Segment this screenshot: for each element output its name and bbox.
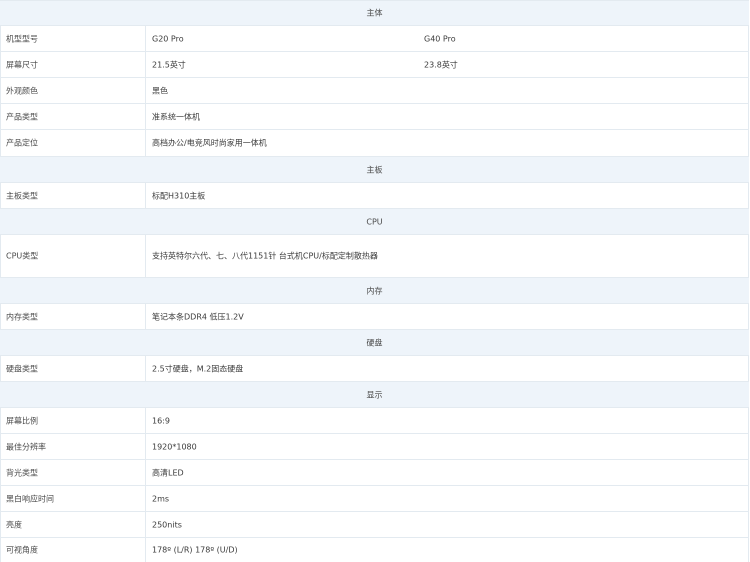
- column-divider: [145, 26, 146, 51]
- column-divider: [145, 130, 146, 156]
- spec-row-ratio: 屏幕比例 16:9: [0, 407, 749, 433]
- row-label: 可视角度: [6, 545, 38, 555]
- section-header-main: 主体: [0, 0, 749, 25]
- row-value: 高清LED: [152, 468, 184, 477]
- section-header-disk: 硬盘: [0, 329, 749, 355]
- spec-row-backlight: 背光类型 高清LED: [0, 459, 749, 485]
- column-divider: [145, 486, 146, 511]
- spec-row-screen-size: 屏幕尺寸 21.5英寸 23.8英寸: [0, 51, 749, 77]
- row-label: 主板类型: [6, 191, 38, 200]
- row-value-g20: 21.5英寸: [152, 60, 186, 69]
- row-value: 高档办公/电竞风时尚家用一体机: [152, 138, 267, 148]
- column-divider: [145, 538, 146, 562]
- section-header-board: 主板: [0, 156, 749, 182]
- row-value: 178º (L/R) 178º (U/D): [152, 545, 238, 555]
- row-value-g40: G40 Pro: [424, 34, 456, 43]
- spec-row-memory-type: 内存类型 笔记本条DDR4 低压1.2V: [0, 303, 749, 329]
- spec-row-product-type: 产品类型 准系统一体机: [0, 103, 749, 129]
- row-value: 准系统一体机: [152, 112, 200, 121]
- column-divider: [145, 408, 146, 433]
- section-header-memory: 内存: [0, 277, 749, 303]
- row-value: 标配H310主板: [152, 191, 206, 200]
- spec-row-disk-type: 硬盘类型 2.5寸硬盘，M.2固态硬盘: [0, 355, 749, 381]
- row-label: 外观颜色: [6, 86, 38, 95]
- row-label: 最佳分辨率: [6, 442, 46, 451]
- row-label: 机型型号: [6, 34, 38, 43]
- row-label: CPU类型: [6, 251, 39, 261]
- row-value-g20: G20 Pro: [152, 34, 184, 43]
- row-value: 1920*1080: [152, 442, 197, 451]
- row-value: 黑色: [152, 86, 168, 95]
- section-title: 显示: [366, 390, 383, 399]
- row-label: 产品定位: [6, 138, 38, 148]
- section-header-display: 显示: [0, 381, 749, 407]
- spec-row-resolution: 最佳分辨率 1920*1080: [0, 433, 749, 459]
- section-title: 硬盘: [366, 338, 383, 347]
- row-label: 产品类型: [6, 112, 38, 121]
- column-divider: [145, 304, 146, 329]
- column-divider: [145, 183, 146, 208]
- row-value: 250nits: [152, 520, 182, 529]
- column-divider: [145, 434, 146, 459]
- section-title: 内存: [366, 286, 383, 295]
- spec-row-viewing-angle: 可视角度 178º (L/R) 178º (U/D): [0, 537, 749, 562]
- row-label: 内存类型: [6, 312, 38, 321]
- row-label: 屏幕尺寸: [6, 60, 38, 69]
- column-divider: [145, 104, 146, 129]
- section-header-cpu: CPU: [0, 208, 749, 234]
- spec-row-board-type: 主板类型 标配H310主板: [0, 182, 749, 208]
- column-divider: [145, 52, 146, 77]
- section-title: 主板: [366, 165, 383, 174]
- row-label: 黑白响应时间: [6, 494, 54, 503]
- row-label: 屏幕比例: [6, 416, 38, 425]
- column-divider: [145, 460, 146, 485]
- row-value: 16:9: [152, 416, 170, 425]
- spec-row-brightness: 亮度 250nits: [0, 511, 749, 537]
- section-title: CPU: [366, 217, 383, 226]
- column-divider: [145, 512, 146, 537]
- row-value-g40: 23.8英寸: [424, 60, 458, 69]
- spec-table: 主体 机型型号 G20 Pro G40 Pro 屏幕尺寸 21.5英寸 23.8…: [0, 0, 750, 562]
- row-label: 硬盘类型: [6, 364, 38, 373]
- spec-row-positioning: 产品定位 高档办公/电竞风时尚家用一体机: [0, 129, 749, 156]
- section-title: 主体: [366, 8, 383, 18]
- row-value: 笔记本条DDR4 低压1.2V: [152, 312, 244, 321]
- row-value: 2.5寸硬盘，M.2固态硬盘: [152, 364, 244, 373]
- spec-row-model: 机型型号 G20 Pro G40 Pro: [0, 25, 749, 51]
- column-divider: [145, 356, 146, 381]
- column-divider: [145, 235, 146, 277]
- spec-row-color: 外观颜色 黑色: [0, 77, 749, 103]
- spec-row-cpu-type: CPU类型 支持英特尔六代、七、八代1151针 台式机CPU/标配定制散热器: [0, 234, 749, 277]
- spec-row-response-time: 黑白响应时间 2ms: [0, 485, 749, 511]
- row-value: 支持英特尔六代、七、八代1151针 台式机CPU/标配定制散热器: [152, 251, 378, 261]
- row-value: 2ms: [152, 494, 170, 503]
- row-label: 亮度: [6, 520, 22, 529]
- row-label: 背光类型: [6, 468, 38, 477]
- column-divider: [145, 78, 146, 103]
